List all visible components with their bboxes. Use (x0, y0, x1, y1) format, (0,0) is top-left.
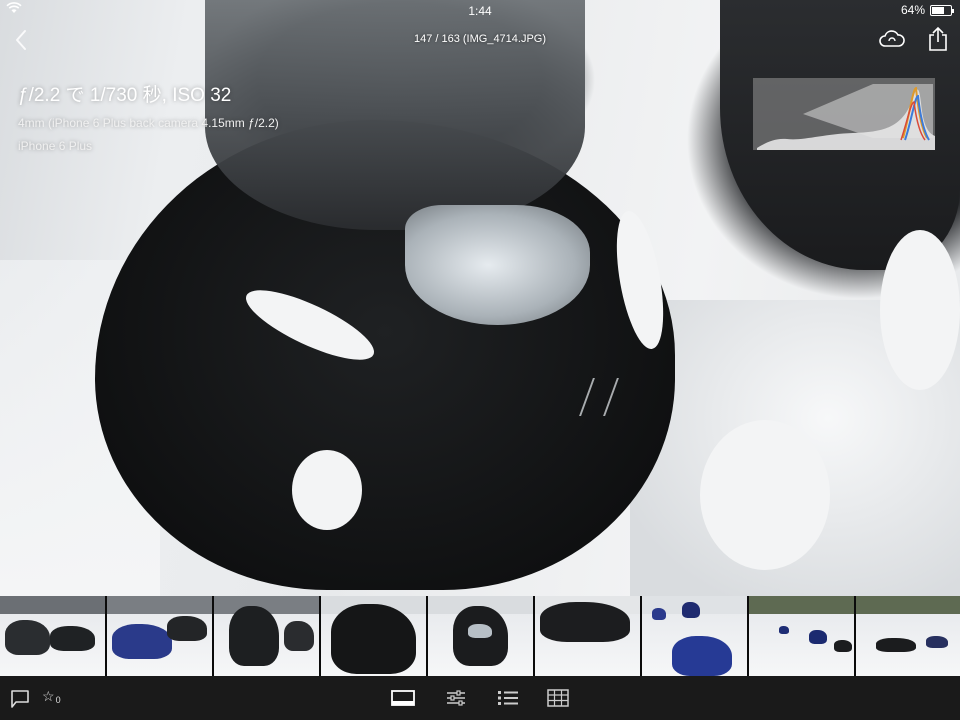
filmstrip-thumbnail[interactable] (321, 596, 426, 676)
filmstrip-thumbnail[interactable] (0, 596, 105, 676)
flag-icon (11, 690, 29, 708)
status-bar: 1:44 64% (0, 0, 960, 20)
photo-headlight (405, 205, 590, 325)
histogram (753, 78, 935, 150)
star-icon: ☆ (42, 688, 55, 704)
rating-count: 0 (55, 695, 61, 705)
list-button[interactable] (495, 688, 521, 708)
lens-info: 4mm (iPhone 6 Plus back camera 4.15mm ƒ/… (18, 116, 279, 130)
cloud-sync-button[interactable] (878, 28, 906, 50)
filmstrip-thumbnail[interactable] (749, 596, 854, 676)
single-view-button[interactable] (390, 688, 416, 708)
camera-info: iPhone 6 Plus (18, 139, 93, 153)
adjust-button[interactable] (443, 688, 469, 708)
status-time: 1:44 (468, 4, 492, 18)
sliders-icon (447, 690, 465, 706)
battery-fill (932, 6, 944, 14)
battery-icon (930, 4, 954, 16)
photo-snow-clump (880, 230, 960, 390)
exposure-info: ƒ/2.2 で 1/730 秒, ISO 32 (18, 85, 232, 106)
photo-snow-clump (292, 450, 362, 530)
photo-snow-clump (700, 420, 830, 570)
battery-percent: 64% (900, 3, 925, 17)
rating-button[interactable]: ☆ 0 (42, 688, 61, 705)
cloud-sync-icon (879, 30, 905, 47)
share-button[interactable] (926, 26, 950, 52)
filmstrip-thumbnail-selected[interactable] (428, 596, 533, 676)
filmstrip-thumbnail[interactable] (535, 596, 640, 676)
grid-icon (547, 689, 569, 707)
photo-info: ƒ/2.2 で 1/730 秒, ISO 32 4mm (iPhone 6 Pl… (18, 80, 279, 153)
photo-counter: 147 / 163 (IMG_4714.JPG) (413, 33, 547, 45)
filmstrip[interactable] (0, 596, 960, 676)
battery-status: 64% (900, 3, 954, 17)
filmstrip-thumbnail[interactable] (642, 596, 747, 676)
single-view-icon (391, 690, 415, 706)
grid-button[interactable] (545, 688, 571, 708)
share-icon (929, 26, 947, 51)
bottom-toolbar: ☆ 0 (0, 676, 960, 720)
filmstrip-thumbnail[interactable] (856, 596, 960, 676)
list-icon (498, 691, 518, 705)
filmstrip-thumbnail[interactable] (214, 596, 319, 676)
filmstrip-thumbnail[interactable] (107, 596, 212, 676)
flag-button[interactable] (10, 689, 32, 709)
